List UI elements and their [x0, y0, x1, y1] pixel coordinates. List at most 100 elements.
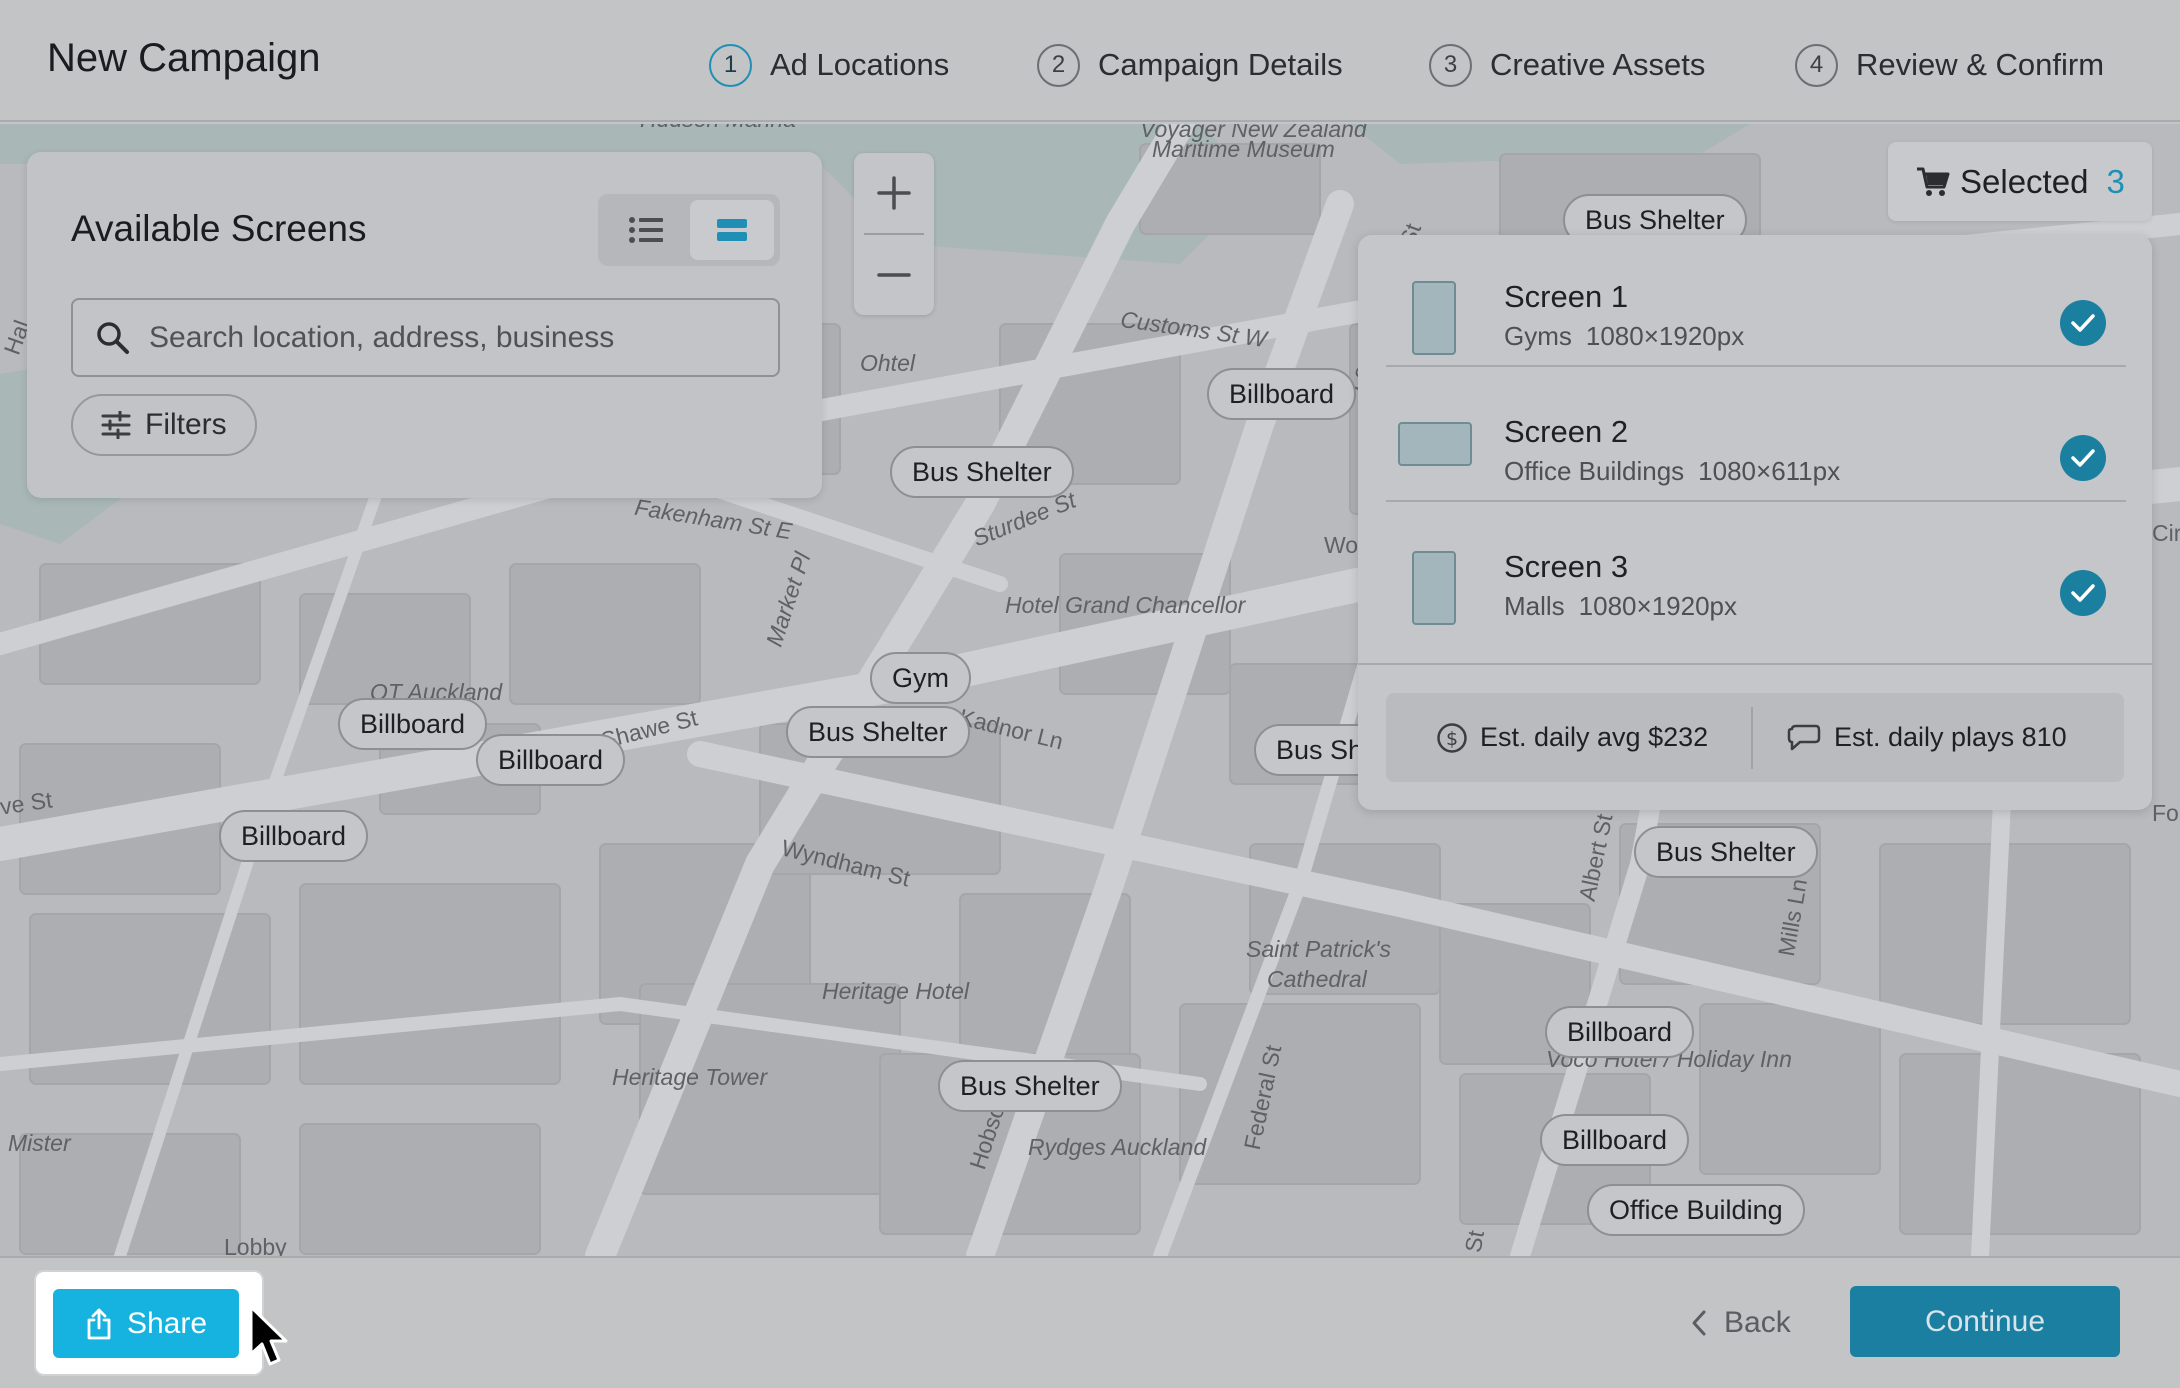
check-icon [2071, 584, 2095, 602]
step-label: Ad Locations [770, 47, 950, 82]
map-pin[interactable]: Billboard [1540, 1114, 1690, 1166]
step-label: Review & Confirm [1856, 47, 2105, 82]
zoom-control [854, 153, 934, 315]
available-screens-panel: Available Screens Search location, addre… [27, 152, 822, 498]
screen-category: Gyms [1504, 321, 1572, 351]
step-number: 3 [1429, 43, 1472, 87]
panel-title: Available Screens [71, 208, 367, 249]
map-label: Circu [2152, 520, 2180, 546]
zoom-in-icon [877, 176, 911, 210]
map-pin[interactable]: Office Building [1587, 1184, 1805, 1236]
selected-screen-item[interactable]: Screen 1 Gyms 1080×1920px [1386, 235, 2126, 367]
footer: Share Back Continue [0, 1256, 2180, 1388]
header: New Campaign 1 Ad Locations 2 Campaign D… [0, 0, 2180, 122]
view-toggle [598, 194, 780, 266]
map-label: Fort St [2152, 800, 2180, 826]
map-label: Heritage Hotel [822, 978, 970, 1004]
map-pin[interactable]: Bus Shelter [938, 1060, 1122, 1112]
screen-thumbnail [1398, 422, 1472, 466]
map-label: Wo [1324, 532, 1359, 558]
step-campaign-details[interactable]: 2 Campaign Details [1037, 42, 1343, 88]
selected-screen-item[interactable]: Screen 3 Malls 1080×1920px [1386, 505, 2126, 637]
screen-meta: Office Buildings 1080×611px [1504, 456, 1840, 487]
selected-screen-item[interactable]: Screen 2 Office Buildings 1080×611px [1386, 370, 2126, 502]
screen-name: Screen 3 [1504, 549, 1629, 584]
divider [1358, 663, 2152, 665]
map-label: Maritime Museum [1152, 136, 1335, 162]
step-review-confirm[interactable]: 4 Review & Confirm [1795, 42, 2104, 88]
est-plays-label: Est. daily plays 810 [1834, 722, 2067, 752]
map-pin[interactable]: Billboard [338, 698, 488, 750]
map-pin[interactable]: Bus Shelter [890, 446, 1074, 498]
check-icon [2071, 449, 2095, 467]
cart-icon [1917, 167, 1950, 196]
screen-meta: Gyms 1080×1920px [1504, 321, 1744, 352]
map-pin[interactable]: Gym [870, 652, 971, 704]
continue-label: Continue [1924, 1304, 2046, 1338]
zoom-in-button[interactable] [854, 153, 934, 233]
zoom-out-icon [877, 273, 911, 277]
map-label: Mister [8, 1130, 71, 1156]
step-number: 1 [709, 43, 752, 87]
svg-text:$: $ [1446, 728, 1458, 750]
screen-thumbnail [1412, 281, 1456, 355]
selected-count: 3 [2106, 162, 2125, 200]
map-label: Hudson Marina [640, 124, 796, 133]
map-label: Hotel Grand Chancellor [1005, 592, 1246, 618]
estimates-bar: $ Est. daily avg $232 Est. daily plays 8… [1386, 693, 2124, 782]
list-view-icon [629, 217, 663, 243]
map-pin[interactable]: Bus Shelter [786, 706, 970, 758]
share-button[interactable]: Share [53, 1289, 239, 1358]
filters-button[interactable]: Filters [71, 394, 257, 456]
search-icon [97, 322, 129, 354]
search-field[interactable] [71, 298, 780, 377]
est-plays: Est. daily plays 810 [1786, 693, 2067, 782]
check-icon [2071, 314, 2095, 332]
est-cost-label: Est. daily avg $232 [1480, 722, 1709, 752]
page-title: New Campaign [47, 36, 321, 80]
dollar-icon: $ [1437, 722, 1467, 753]
screen-checkbox[interactable] [2060, 570, 2106, 616]
map-pin[interactable]: Billboard [1207, 368, 1357, 420]
map-label: Ohtel [860, 350, 915, 376]
screen-category: Office Buildings [1504, 456, 1685, 486]
back-button[interactable]: Back [1690, 1298, 1791, 1348]
step-number: 4 [1795, 43, 1838, 87]
map-label: St [1459, 1228, 1490, 1255]
screen-meta: Malls 1080×1920px [1504, 591, 1737, 622]
selected-button[interactable]: Selected 3 [1888, 142, 2152, 221]
selected-screens-panel: Screen 1 Gyms 1080×1920px Screen 2 Office… [1358, 235, 2152, 810]
screen-name: Screen 1 [1504, 279, 1629, 314]
map-label: Rydges Auckland [1028, 1134, 1207, 1160]
step-creative-assets[interactable]: 3 Creative Assets [1429, 42, 1705, 88]
share-highlight: Share [34, 1270, 264, 1376]
estimates-divider [1751, 707, 1753, 769]
step-label: Campaign Details [1098, 47, 1343, 82]
list-view-button[interactable] [604, 200, 688, 260]
screen-category: Malls [1504, 591, 1565, 621]
continue-button[interactable]: Continue [1850, 1286, 2120, 1357]
map-label: Saint Patrick's [1246, 936, 1391, 962]
plays-icon [1787, 724, 1821, 750]
screen-checkbox[interactable] [2060, 300, 2106, 346]
map-pin[interactable]: Billboard [476, 734, 626, 786]
map-pin[interactable]: Bus Shelter [1634, 826, 1818, 878]
card-view-icon [717, 219, 747, 241]
selected-label: Selected [1960, 162, 2089, 200]
chevron-left-icon [1692, 1310, 1706, 1336]
card-view-button[interactable] [690, 200, 774, 260]
zoom-out-button[interactable] [854, 235, 934, 315]
est-cost: $ Est. daily avg $232 [1436, 693, 1708, 782]
cursor-icon [249, 1305, 288, 1366]
step-label: Creative Assets [1490, 47, 1706, 82]
map-label: Cathedral [1267, 966, 1367, 992]
screen-checkbox[interactable] [2060, 435, 2106, 481]
step-number: 2 [1037, 43, 1080, 87]
map-label: Lobby [224, 1234, 287, 1256]
map-pin[interactable]: Billboard [219, 810, 369, 862]
step-ad-locations[interactable]: 1 Ad Locations [709, 42, 949, 88]
search-input[interactable] [149, 314, 749, 362]
screen-resolution: 1080×1920px [1585, 321, 1745, 351]
filters-label: Filters [145, 408, 227, 441]
map-pin[interactable]: Billboard [1545, 1006, 1695, 1058]
